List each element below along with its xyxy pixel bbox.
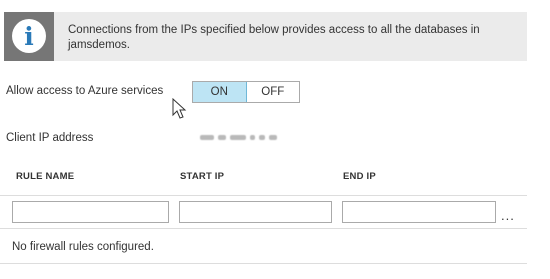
info-icon: i — [12, 19, 46, 53]
info-icon-container: i — [4, 12, 54, 61]
toggle-on-button[interactable]: ON — [193, 82, 247, 102]
info-banner: i Connections from the IPs specified bel… — [4, 12, 527, 61]
empty-rules-message: No firewall rules configured. — [12, 241, 154, 253]
column-header-rule-name: RULE NAME — [16, 171, 75, 182]
mouse-pointer-icon — [172, 98, 187, 119]
column-header-end-ip: END IP — [343, 171, 376, 182]
rule-name-input[interactable] — [12, 201, 169, 223]
row-divider — [0, 228, 527, 229]
start-ip-input[interactable] — [179, 201, 332, 223]
azure-access-label: Allow access to Azure services — [6, 85, 164, 97]
azure-access-toggle[interactable]: ON OFF — [192, 81, 300, 103]
info-banner-text: Connections from the IPs specified below… — [68, 24, 480, 51]
column-header-start-ip: START IP — [180, 171, 225, 182]
bottom-divider — [0, 263, 527, 264]
more-options-icon[interactable]: ... — [501, 208, 515, 223]
info-icon-glyph: i — [24, 22, 34, 51]
toggle-off-button[interactable]: OFF — [247, 82, 300, 102]
client-ip-value-obscured — [200, 133, 278, 141]
end-ip-input[interactable] — [342, 201, 496, 223]
header-divider — [0, 195, 527, 196]
client-ip-label: Client IP address — [6, 132, 94, 144]
